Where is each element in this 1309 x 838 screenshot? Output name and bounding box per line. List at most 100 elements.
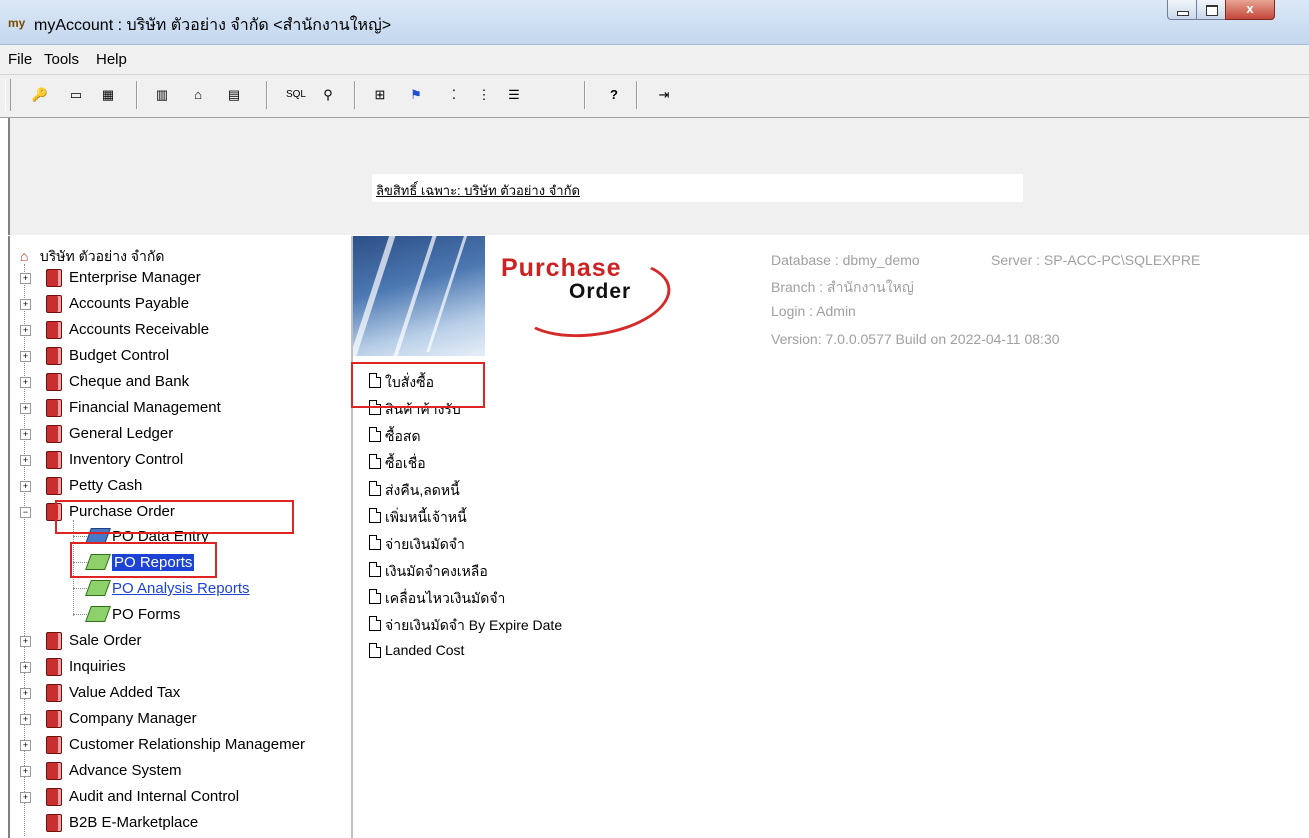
document-icon — [369, 481, 381, 496]
document-icon — [369, 427, 381, 442]
calendar-icon[interactable]: ▥ — [150, 83, 174, 107]
book-icon — [46, 762, 62, 780]
purchase-order-banner-image — [353, 236, 485, 356]
table-icon[interactable]: ⊞ — [368, 83, 392, 107]
document-icon — [369, 535, 381, 550]
expand-icon[interactable]: + — [20, 273, 31, 284]
tree-node-label: Value Added Tax — [69, 684, 181, 701]
tree-node-label: Petty Cash — [69, 477, 143, 494]
expand-icon[interactable]: + — [20, 455, 31, 466]
document-icon — [369, 589, 381, 604]
sql-icon[interactable]: SQL — [284, 83, 308, 107]
book-icon — [46, 788, 62, 806]
tree-connector — [73, 614, 87, 615]
expand-icon[interactable]: + — [20, 325, 31, 336]
report-item-label: จ่ายเงินมัดจำ By Expire Date — [385, 617, 563, 633]
home-icon[interactable]: ⌂ — [186, 83, 210, 107]
light-streak — [353, 236, 404, 356]
align-icon[interactable]: ⁚ — [442, 83, 466, 107]
report-item-label: ส่งคืน,ลดหนี้ — [385, 482, 460, 498]
toolbar-separator — [354, 81, 356, 109]
book-icon — [46, 269, 62, 287]
window-icon[interactable]: ▭ — [64, 83, 88, 107]
license-banner: ลิขสิทธิ์ เฉพาะ: บริษัท ตัวอย่าง จำกัด — [8, 118, 1309, 235]
collapse-icon[interactable]: − — [20, 507, 31, 518]
report-item-label: ซื้อเชื่อ — [385, 455, 426, 471]
toolbar: 🔑 ▭ ▦ ▥ ⌂ ▤ SQL ⚲ ⊞ ⚑ ⁚ ⋮ ☰ ? ⇥ — [0, 75, 1309, 118]
minimize-button[interactable] — [1167, 0, 1197, 20]
book-icon — [46, 451, 62, 469]
branch-info: Branch : สำนักงานใหญ่ — [771, 279, 914, 295]
expand-icon[interactable]: + — [20, 351, 31, 362]
maximize-button[interactable] — [1196, 0, 1226, 20]
expand-icon[interactable]: + — [20, 299, 31, 310]
report-icon — [85, 606, 111, 622]
tree-root[interactable]: ⌂ บริษัท ตัวอย่าง จำกัด — [20, 246, 164, 268]
book-icon — [46, 736, 62, 754]
highlight-purchase-order — [55, 500, 294, 534]
exit-icon[interactable]: ⇥ — [652, 83, 676, 107]
version-info: Version: 7.0.0.0577 Build on 2022-04-11 … — [771, 331, 1060, 347]
close-button[interactable]: x — [1225, 0, 1275, 20]
expand-icon[interactable]: + — [20, 740, 31, 751]
home-icon: ⌂ — [20, 248, 29, 264]
expand-icon[interactable]: + — [20, 403, 31, 414]
tree-node-label: Enterprise Manager — [69, 269, 201, 286]
document-icon — [369, 643, 381, 658]
tree-node-label: Accounts Receivable — [69, 321, 210, 338]
book-icon — [46, 658, 62, 676]
expand-icon[interactable]: + — [20, 714, 31, 725]
help-icon[interactable]: ? — [602, 83, 626, 107]
tree-node-label: Audit and Internal Control — [69, 788, 240, 805]
search-user-icon[interactable]: ⚲ — [316, 83, 340, 107]
flag-icon[interactable]: ⚑ — [404, 83, 428, 107]
toolbar-separator — [136, 81, 138, 109]
document-icon — [369, 616, 381, 631]
server-info: Server : SP-ACC-PC\SQLEXPRE — [991, 252, 1201, 268]
tree-node-label: Cheque and Bank — [69, 373, 190, 390]
license-text: ลิขสิทธิ์ เฉพาะ: บริษัท ตัวอย่าง จำกัด — [376, 183, 580, 198]
expand-icon[interactable]: + — [20, 766, 31, 777]
menu-help[interactable]: Help — [96, 51, 127, 68]
document-icon — [369, 508, 381, 523]
menu-file[interactable]: File — [8, 51, 32, 68]
tree-node-label: Advance System — [69, 762, 182, 779]
tree-node-label: Inquiries — [69, 658, 126, 675]
title-bar: my myAccount : บริษัท ตัวอย่าง จำกัด <สำ… — [0, 0, 1309, 45]
book-icon — [46, 399, 62, 417]
toolbar-separator — [636, 81, 638, 109]
light-streak — [426, 236, 479, 353]
main-panel: Purchase Order Database : dbmy_demo Serv… — [351, 236, 1309, 838]
highlight-purchase-order-report — [351, 362, 485, 408]
tree-layout-icon[interactable]: ⋮ — [472, 83, 496, 107]
report-item-label: จ่ายเงินมัดจำ — [385, 536, 465, 552]
report-item-label: เคลื่อนไหวเงินมัดจำ — [385, 590, 506, 606]
tree-node-label: Company Manager — [69, 710, 197, 727]
grid-icon[interactable]: ▦ — [96, 83, 120, 107]
book-icon — [46, 710, 62, 728]
toolbar-grip[interactable] — [5, 79, 11, 111]
expand-icon[interactable]: + — [20, 377, 31, 388]
book-icon — [46, 477, 62, 495]
tree-node-label: Financial Management — [69, 399, 221, 416]
list-icon[interactable]: ☰ — [502, 83, 526, 107]
tree-node-label: Customer Relationship Managemer — [69, 736, 305, 753]
tree-node-label: Sale Order — [69, 632, 142, 649]
tree-node-label: Inventory Control — [69, 451, 184, 468]
expand-icon[interactable]: + — [20, 636, 31, 647]
menu-tools[interactable]: Tools — [44, 51, 79, 68]
key-icon[interactable]: 🔑 — [28, 83, 52, 107]
expand-icon[interactable]: + — [20, 429, 31, 440]
app-icon: my — [8, 16, 26, 30]
book-icon — [46, 684, 62, 702]
purchase-order-logo: Purchase Order — [501, 249, 676, 347]
calculator-icon[interactable]: ▤ — [222, 83, 246, 107]
report-item-label: เงินมัดจำคงเหลือ — [385, 563, 488, 579]
book-icon — [46, 347, 62, 365]
report-item-label: ซื้อสด — [385, 428, 421, 444]
book-icon — [46, 295, 62, 313]
expand-icon[interactable]: + — [20, 688, 31, 699]
expand-icon[interactable]: + — [20, 792, 31, 803]
expand-icon[interactable]: + — [20, 662, 31, 673]
expand-icon[interactable]: + — [20, 481, 31, 492]
